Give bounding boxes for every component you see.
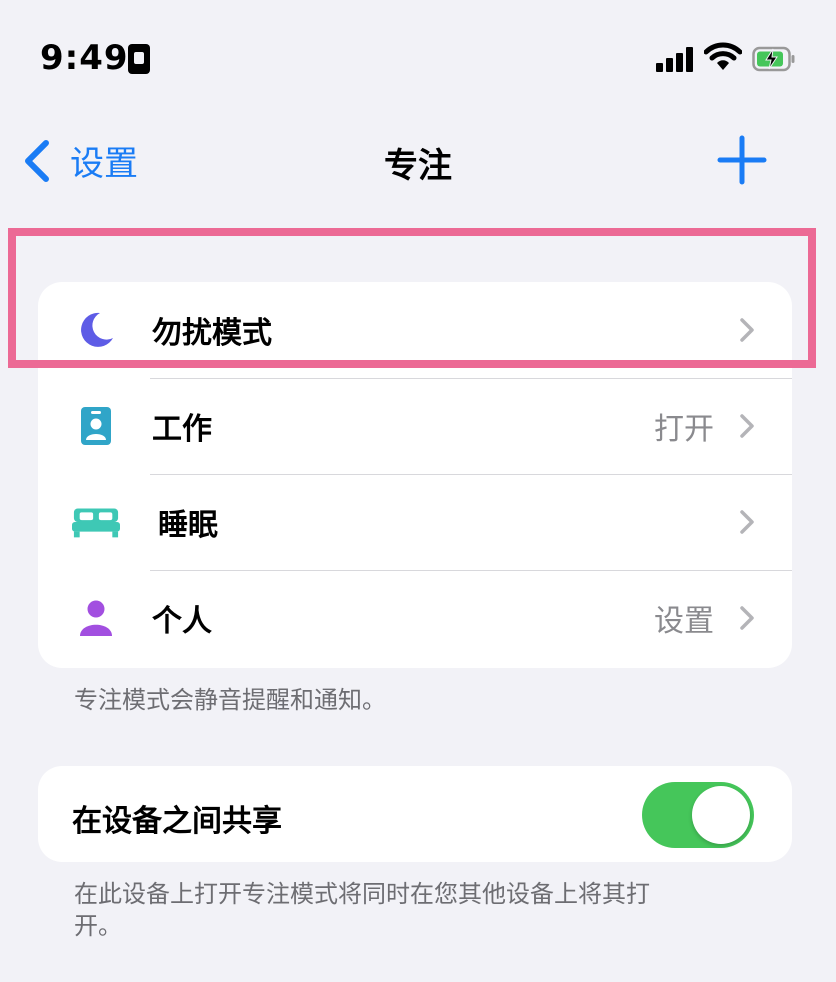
person-icon bbox=[72, 598, 120, 638]
list-item-work[interactable]: 工作 打开 bbox=[38, 378, 792, 474]
chevron-right-icon bbox=[740, 606, 754, 630]
row-label: 勿扰模式 bbox=[152, 316, 272, 351]
focus-footnote: 专注模式会静音提醒和通知。 bbox=[74, 686, 386, 714]
moon-icon bbox=[72, 310, 120, 350]
chevron-right-icon bbox=[740, 510, 754, 534]
row-label: 个人 bbox=[152, 604, 212, 639]
battery-charging-icon bbox=[752, 46, 795, 72]
navigation-bar: 设置 专注 bbox=[0, 120, 836, 200]
wifi-icon bbox=[704, 42, 742, 70]
focus-modes-list: 勿扰模式 工作 打开 睡眠 个人 设置 bbox=[38, 282, 792, 668]
row-label: 睡眠 bbox=[158, 508, 218, 543]
work-badge-icon bbox=[72, 406, 120, 446]
share-footnote: 在此设备上打开专注模式将同时在您其他设备上将其打开。 bbox=[74, 880, 650, 940]
chevron-right-icon bbox=[740, 414, 754, 438]
row-value: 打开 bbox=[654, 412, 714, 447]
bed-icon bbox=[72, 502, 120, 542]
list-item-sleep[interactable]: 睡眠 bbox=[38, 474, 792, 570]
row-label: 工作 bbox=[152, 412, 212, 447]
cellular-signal-icon bbox=[656, 46, 696, 72]
status-bar: 9:49 bbox=[0, 0, 836, 110]
portrait-lock-icon bbox=[128, 44, 150, 74]
list-item-do-not-disturb[interactable]: 勿扰模式 bbox=[38, 282, 792, 378]
share-across-devices-row: 在设备之间共享 bbox=[38, 766, 792, 862]
page-title: 专注 bbox=[384, 146, 452, 186]
list-item-personal[interactable]: 个人 设置 bbox=[38, 570, 792, 666]
share-toggle[interactable] bbox=[642, 782, 754, 848]
row-value: 设置 bbox=[654, 604, 714, 639]
toggle-knob bbox=[692, 786, 750, 844]
chevron-right-icon bbox=[740, 318, 754, 342]
status-time: 9:49 bbox=[40, 38, 129, 78]
share-label: 在设备之间共享 bbox=[72, 804, 282, 839]
add-icon[interactable] bbox=[716, 134, 768, 186]
